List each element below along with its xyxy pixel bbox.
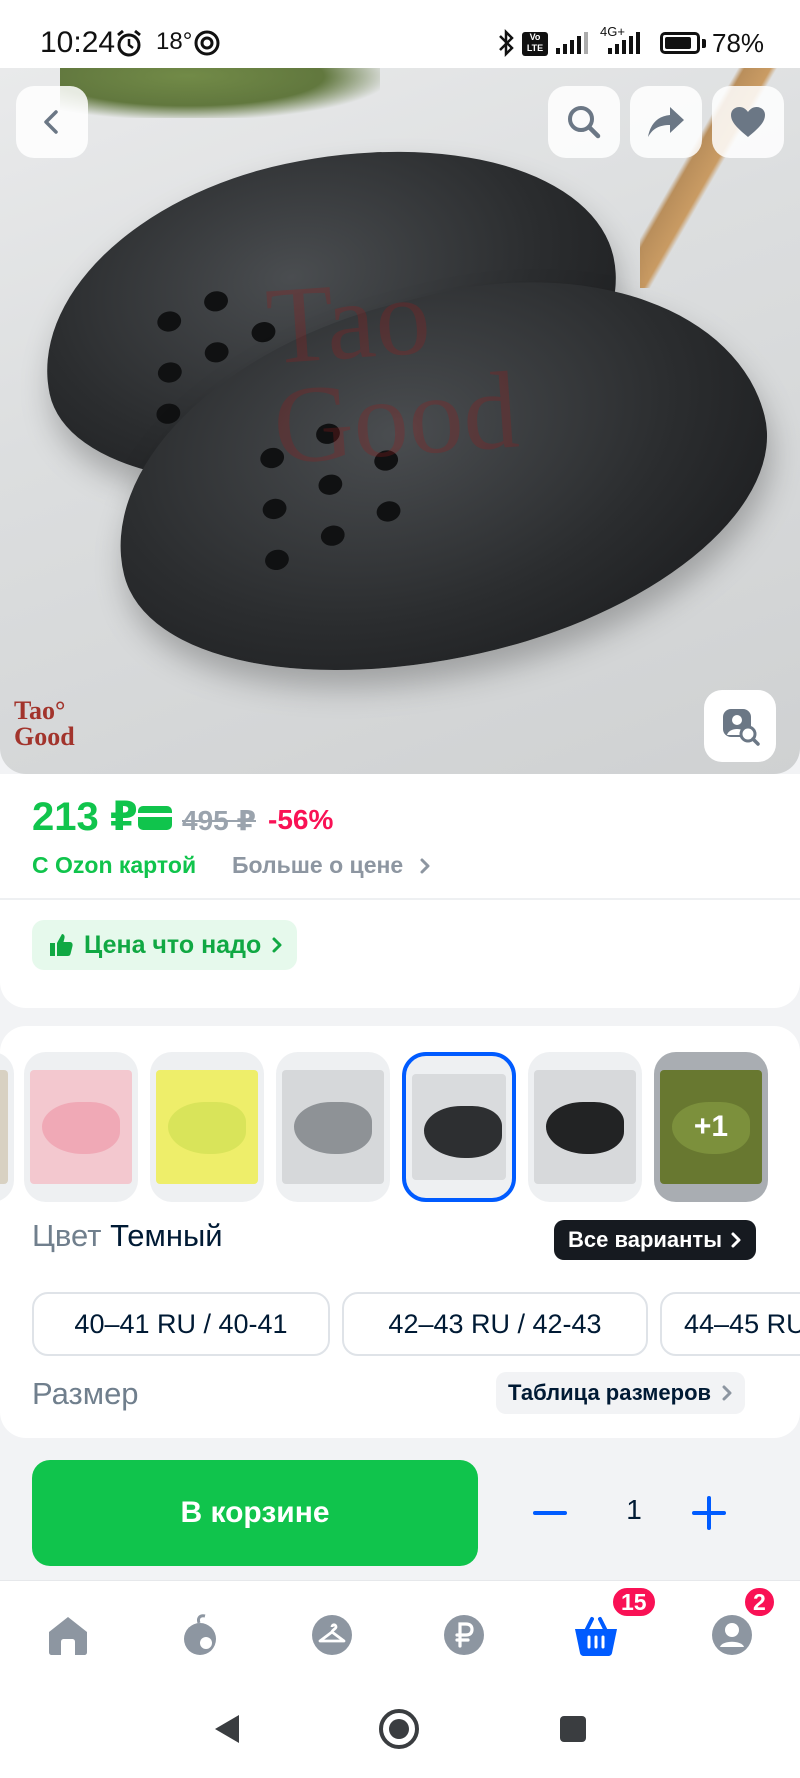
temperature-text: 18°	[156, 28, 193, 55]
bottom-tab-bar: 15 2	[0, 1580, 800, 1686]
chevron-right-icon	[731, 1232, 741, 1248]
profile-count-badge: 2	[742, 1585, 777, 1619]
signal-bars-1-icon	[556, 30, 588, 54]
color-label: Цвет Темный	[32, 1218, 223, 1253]
favorite-button[interactable]	[712, 86, 784, 158]
more-variants-count: +1	[654, 1052, 768, 1202]
status-bar: 10:24 18° Vo LTE 4G+ 78%	[0, 0, 800, 68]
color-thumb-pink[interactable]	[24, 1052, 138, 1202]
tab-fresh[interactable]	[172, 1607, 228, 1663]
basket-icon	[575, 1617, 617, 1656]
battery-percent: 78%	[712, 28, 765, 58]
signal-bars-2-icon	[608, 30, 640, 54]
tab-catalog[interactable]	[304, 1607, 360, 1663]
search-button[interactable]	[548, 86, 620, 158]
size-option[interactable]: 40–41 RU / 40-41	[32, 1292, 330, 1356]
quantity-stepper: 1	[494, 1460, 768, 1566]
home-icon	[49, 1617, 87, 1655]
target-icon	[194, 30, 220, 56]
nav-recents-icon[interactable]	[558, 1714, 588, 1744]
heart-icon	[731, 107, 765, 137]
status-time: 10:24	[40, 26, 116, 59]
product-image[interactable]: Tao Good Tao° Good	[0, 68, 800, 774]
search-icon	[568, 106, 601, 139]
size-option[interactable]: 42–43 RU / 42-43	[342, 1292, 648, 1356]
good-price-badge[interactable]: Цена что надо	[32, 920, 298, 970]
alarm-icon	[117, 29, 141, 57]
color-thumb-dark-selected[interactable]	[402, 1052, 516, 1202]
all-variants-button[interactable]: Все варианты	[554, 1220, 756, 1260]
ozon-card-label: С Ozon картой	[32, 852, 197, 878]
thumbs-up-icon	[50, 934, 73, 956]
color-thumb-grey[interactable]	[276, 1052, 390, 1202]
nav-back-icon[interactable]	[212, 1712, 242, 1746]
image-search-icon	[723, 709, 760, 746]
increase-button[interactable]	[690, 1494, 728, 1532]
volte-icon: Vo LTE	[522, 32, 548, 56]
share-arrow-icon	[648, 107, 684, 137]
color-value: Темный	[110, 1218, 223, 1253]
current-price: 213 ₽	[32, 795, 138, 839]
tab-home[interactable]	[40, 1607, 96, 1663]
quantity-value: 1	[626, 1494, 642, 1525]
chevron-left-icon	[44, 110, 58, 134]
chevron-right-icon	[420, 858, 430, 874]
share-button[interactable]	[630, 86, 702, 158]
color-thumb-0[interactable]	[0, 1052, 14, 1202]
price-section: 213 ₽ 495 ₽ -56% С Ozon картой Больше о …	[0, 774, 800, 1008]
ozon-card-icon	[138, 806, 172, 830]
battery-icon	[660, 32, 700, 54]
nav-home-icon[interactable]	[378, 1708, 420, 1750]
back-button[interactable]	[16, 86, 88, 158]
brand-logo: Tao° Good	[14, 696, 75, 751]
variants-section: +1 Цвет Темный Все варианты 40–41 RU / 4…	[0, 1026, 800, 1438]
decrease-button[interactable]	[530, 1498, 570, 1528]
fruit-icon	[184, 1614, 216, 1655]
bluetooth-icon	[499, 28, 514, 58]
discount-badge: -56%	[268, 804, 334, 835]
old-price: 495 ₽	[182, 805, 256, 836]
color-thumb-black-decor[interactable]	[528, 1052, 642, 1202]
color-thumb-more[interactable]: +1	[654, 1052, 768, 1202]
more-about-price-link[interactable]: Больше о цене	[232, 852, 432, 879]
profile-icon	[712, 1615, 752, 1655]
size-label: Размер	[32, 1376, 139, 1411]
hanger-icon	[312, 1615, 352, 1655]
system-navigation-bar	[0, 1686, 800, 1778]
watermark: Tao Good	[262, 254, 522, 488]
cart-count-badge: 15	[610, 1585, 658, 1619]
size-table-button[interactable]: Таблица размеров	[496, 1372, 746, 1414]
ruble-icon	[444, 1615, 484, 1655]
divider	[0, 898, 800, 900]
in-cart-button[interactable]: В корзине	[32, 1460, 478, 1566]
tab-finance[interactable]	[436, 1607, 492, 1663]
chevron-right-icon	[722, 1385, 732, 1401]
size-option[interactable]: 44–45 RU / 44-45	[660, 1292, 800, 1356]
image-search-button[interactable]	[704, 690, 776, 762]
color-thumb-yellow[interactable]	[150, 1052, 264, 1202]
chevron-right-icon	[272, 937, 282, 953]
